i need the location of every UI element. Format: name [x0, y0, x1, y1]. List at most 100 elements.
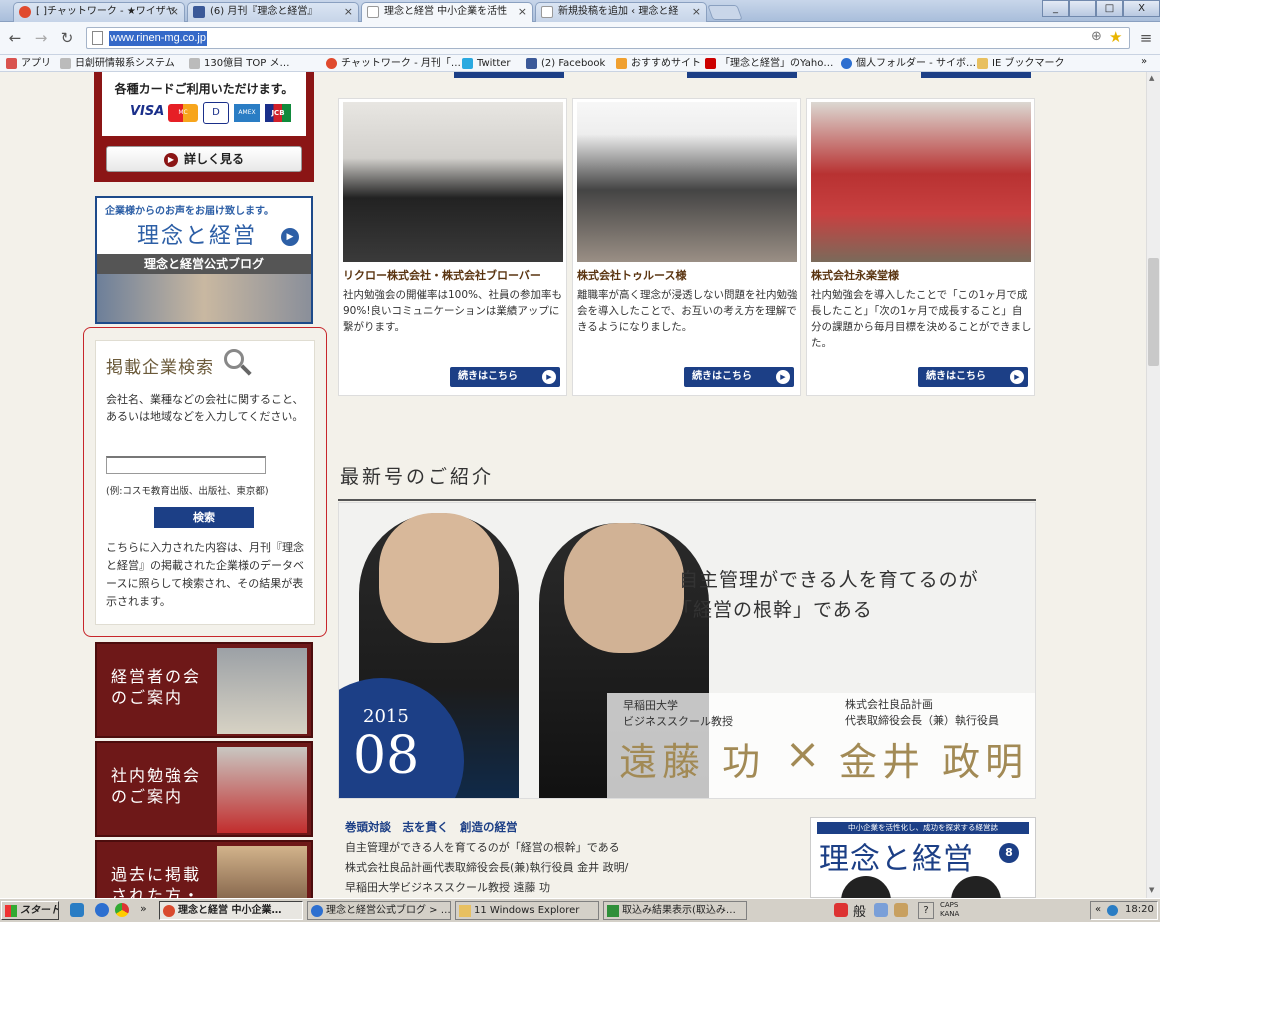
- mastercard-logo: MC: [168, 104, 198, 122]
- close-window-button[interactable]: X: [1123, 0, 1160, 17]
- bookmark-chatwork[interactable]: チャットワーク - 月刊「…: [326, 56, 461, 71]
- help-icon[interactable]: ?: [918, 902, 934, 919]
- right-org: 株式会社良品計画: [845, 698, 933, 711]
- tab-chatwork[interactable]: [ ]チャットワーク - ★ワイザヤ ×: [13, 2, 185, 22]
- unknown-button[interactable]: [1069, 0, 1096, 17]
- feature-title[interactable]: 巻頭対談 志を貫く 創造の経営: [345, 819, 518, 835]
- taskbar-item-ie[interactable]: 理念と経営公式ブログ > …: [307, 901, 451, 920]
- bookmark-item[interactable]: おすすめサイト: [616, 56, 701, 71]
- forward-icon[interactable]: →: [32, 29, 50, 47]
- bookmark-item[interactable]: 130億目 TOP メ…: [189, 56, 289, 71]
- read-more-button[interactable]: [921, 72, 1031, 78]
- details-button[interactable]: 詳しく見る: [106, 146, 302, 172]
- bookmark-folder[interactable]: IE ブックマーク: [977, 56, 1064, 71]
- star-icon[interactable]: ★: [1109, 28, 1122, 46]
- bookmark-apps[interactable]: アプリ: [6, 56, 51, 71]
- blog-banner[interactable]: 企業様からのお声をお届け致します。 理念と経営 ▶ 理念と経営公式ブログ: [95, 196, 313, 324]
- ie-icon[interactable]: [95, 903, 109, 917]
- tab-rinen[interactable]: 理念と経営 中小企業を活性 ×: [361, 2, 533, 22]
- start-button[interactable]: スタート: [1, 901, 59, 920]
- tray-expand-icon[interactable]: «: [1095, 904, 1101, 915]
- address-url[interactable]: www.rinen-mg.co.jp: [109, 31, 207, 46]
- search-icon-handle: [240, 364, 252, 376]
- tray-icon[interactable]: [894, 903, 908, 917]
- network-icon[interactable]: [1107, 905, 1118, 916]
- page-content: 各種カードご利用いただけます。 VISA MC D AMEX JCB 詳しく見る…: [0, 72, 1160, 898]
- facebook-icon: [526, 58, 537, 69]
- read-more-button[interactable]: 続きはこちら: [684, 367, 794, 387]
- bookmark-item[interactable]: 日創研情報系システム: [60, 56, 175, 71]
- article-title[interactable]: 株式会社トゥルース様: [577, 267, 686, 283]
- quicklaunch-icon[interactable]: [70, 903, 84, 917]
- search-input[interactable]: [106, 456, 266, 474]
- bookmark-yahoo[interactable]: 「理念と経営」のYaho…: [705, 56, 833, 71]
- search-button[interactable]: 検索: [154, 507, 254, 528]
- facebook-icon: [193, 6, 205, 18]
- chatwork-icon: [19, 6, 31, 18]
- executives-club-banner[interactable]: 経営者の会 のご案内: [95, 642, 313, 738]
- tab-label: (6) 月刊『理念と経営』: [210, 6, 318, 17]
- scroll-down-icon[interactable]: ▼: [1149, 886, 1154, 894]
- read-more-button[interactable]: [687, 72, 797, 78]
- banner-label: 社内勉強会 のご案内: [111, 766, 202, 806]
- minimize-button[interactable]: _: [1042, 0, 1069, 17]
- scroll-up-icon[interactable]: ▲: [1149, 74, 1154, 82]
- left-name: 遠藤 功: [619, 740, 766, 784]
- visa-logo: VISA: [130, 104, 165, 119]
- ime-mode[interactable]: 般: [853, 901, 866, 920]
- left-role: ビジネススクール教授: [623, 715, 733, 728]
- more-bookmarks-icon[interactable]: »: [1141, 56, 1147, 67]
- scrollbar-thumb[interactable]: [1148, 258, 1159, 366]
- article-description: 社内勉強会を導入したことで「この1ヶ月で成長したこと」「次の1ヶ月で成長すること…: [811, 289, 1032, 349]
- reload-icon[interactable]: ↻: [58, 29, 76, 47]
- menu-icon[interactable]: ≡: [1137, 29, 1155, 47]
- address-bar[interactable]: www.rinen-mg.co.jp ⊕ ★: [86, 27, 1130, 49]
- issue-cover-photo: [841, 876, 891, 898]
- scrollbar[interactable]: ▲ ▼: [1146, 72, 1160, 898]
- blog-banner-top: 企業様からのお声をお届け致します。 理念と経営 ▶: [97, 198, 311, 254]
- bookmark-twitter[interactable]: Twitter: [462, 56, 511, 71]
- card-text: 各種カードご利用いただけます。: [114, 82, 294, 96]
- banner-label: 過去に掲載 された方・: [111, 865, 202, 898]
- article-title[interactable]: リクロー株式会社・株式会社ブローバー: [343, 267, 541, 283]
- read-more-button[interactable]: [454, 72, 564, 78]
- chrome-icon[interactable]: [115, 903, 129, 917]
- tab-bar: [ ]チャットワーク - ★ワイザヤ × (6) 月刊『理念と経営』 × 理念と…: [0, 0, 1160, 22]
- taskbar-item-explorer[interactable]: 11 Windows Explorer: [455, 901, 599, 920]
- issue-cover[interactable]: 中小企業を活性化し、成功を探求する経営誌 理念と経営 8: [810, 817, 1036, 898]
- tab-new-post[interactable]: 新規投稿を追加 ‹ 理念と経 ×: [535, 2, 707, 22]
- restore-button[interactable]: □: [1096, 0, 1123, 17]
- more-icon[interactable]: »: [140, 902, 147, 915]
- blog-banner-title: 理念と経営: [137, 224, 258, 249]
- tab-facebook[interactable]: (6) 月刊『理念と経営』 ×: [187, 2, 359, 22]
- article-title[interactable]: 株式会社永楽堂様: [811, 267, 899, 283]
- tray-icon[interactable]: [874, 903, 888, 917]
- past-featured-banner[interactable]: 過去に掲載 された方・: [95, 840, 313, 898]
- read-more-button[interactable]: 続きはこちら: [918, 367, 1028, 387]
- back-icon[interactable]: ←: [6, 29, 24, 47]
- article-description: 離職率が高く理念が浸透しない問題を社内勉強会を導入したことで、お互いの考え方を理…: [577, 289, 798, 333]
- company-search-box: 掲載企業検索 会社名、業種などの会社に関すること、あるいは地域などを入力してくだ…: [95, 340, 315, 625]
- zoom-icon[interactable]: ⊕: [1091, 29, 1102, 44]
- card-info-box: 各種カードご利用いただけます。 VISA MC D AMEX JCB: [102, 72, 306, 136]
- article-card: リクロー株式会社・株式会社ブローバー 社内勉強会の開催率は100%、社員の参加率…: [338, 98, 567, 396]
- taskbar-item-import[interactable]: 取込み結果表示(取込み…: [603, 901, 747, 920]
- clock[interactable]: 18:20: [1125, 904, 1154, 915]
- new-tab-button[interactable]: [707, 5, 743, 20]
- bookmark-facebook[interactable]: (2) Facebook: [526, 56, 605, 71]
- arrow-right-icon: ▶: [281, 228, 299, 246]
- bookmark-item[interactable]: 個人フォルダー - サイボ…: [841, 56, 976, 71]
- article-photo[interactable]: [577, 102, 797, 262]
- close-icon[interactable]: ×: [518, 3, 527, 21]
- article-photo[interactable]: [343, 102, 563, 262]
- article-photo[interactable]: [811, 102, 1031, 262]
- taskbar-item-chrome[interactable]: 理念と経営 中小企業…: [159, 901, 303, 920]
- study-group-banner[interactable]: 社内勉強会 のご案内: [95, 741, 313, 837]
- caps-indicator: CAPS KANA: [940, 901, 960, 918]
- close-icon[interactable]: ×: [344, 3, 353, 21]
- tray-icon[interactable]: [834, 903, 848, 917]
- close-icon[interactable]: ×: [170, 3, 179, 21]
- close-icon[interactable]: ×: [692, 3, 701, 21]
- latest-issue-hero[interactable]: 2015 08 自主管理ができる人を育てるのが 「経営の根幹」である 早稲田大学…: [338, 502, 1036, 799]
- read-more-button[interactable]: 続きはこちら: [450, 367, 560, 387]
